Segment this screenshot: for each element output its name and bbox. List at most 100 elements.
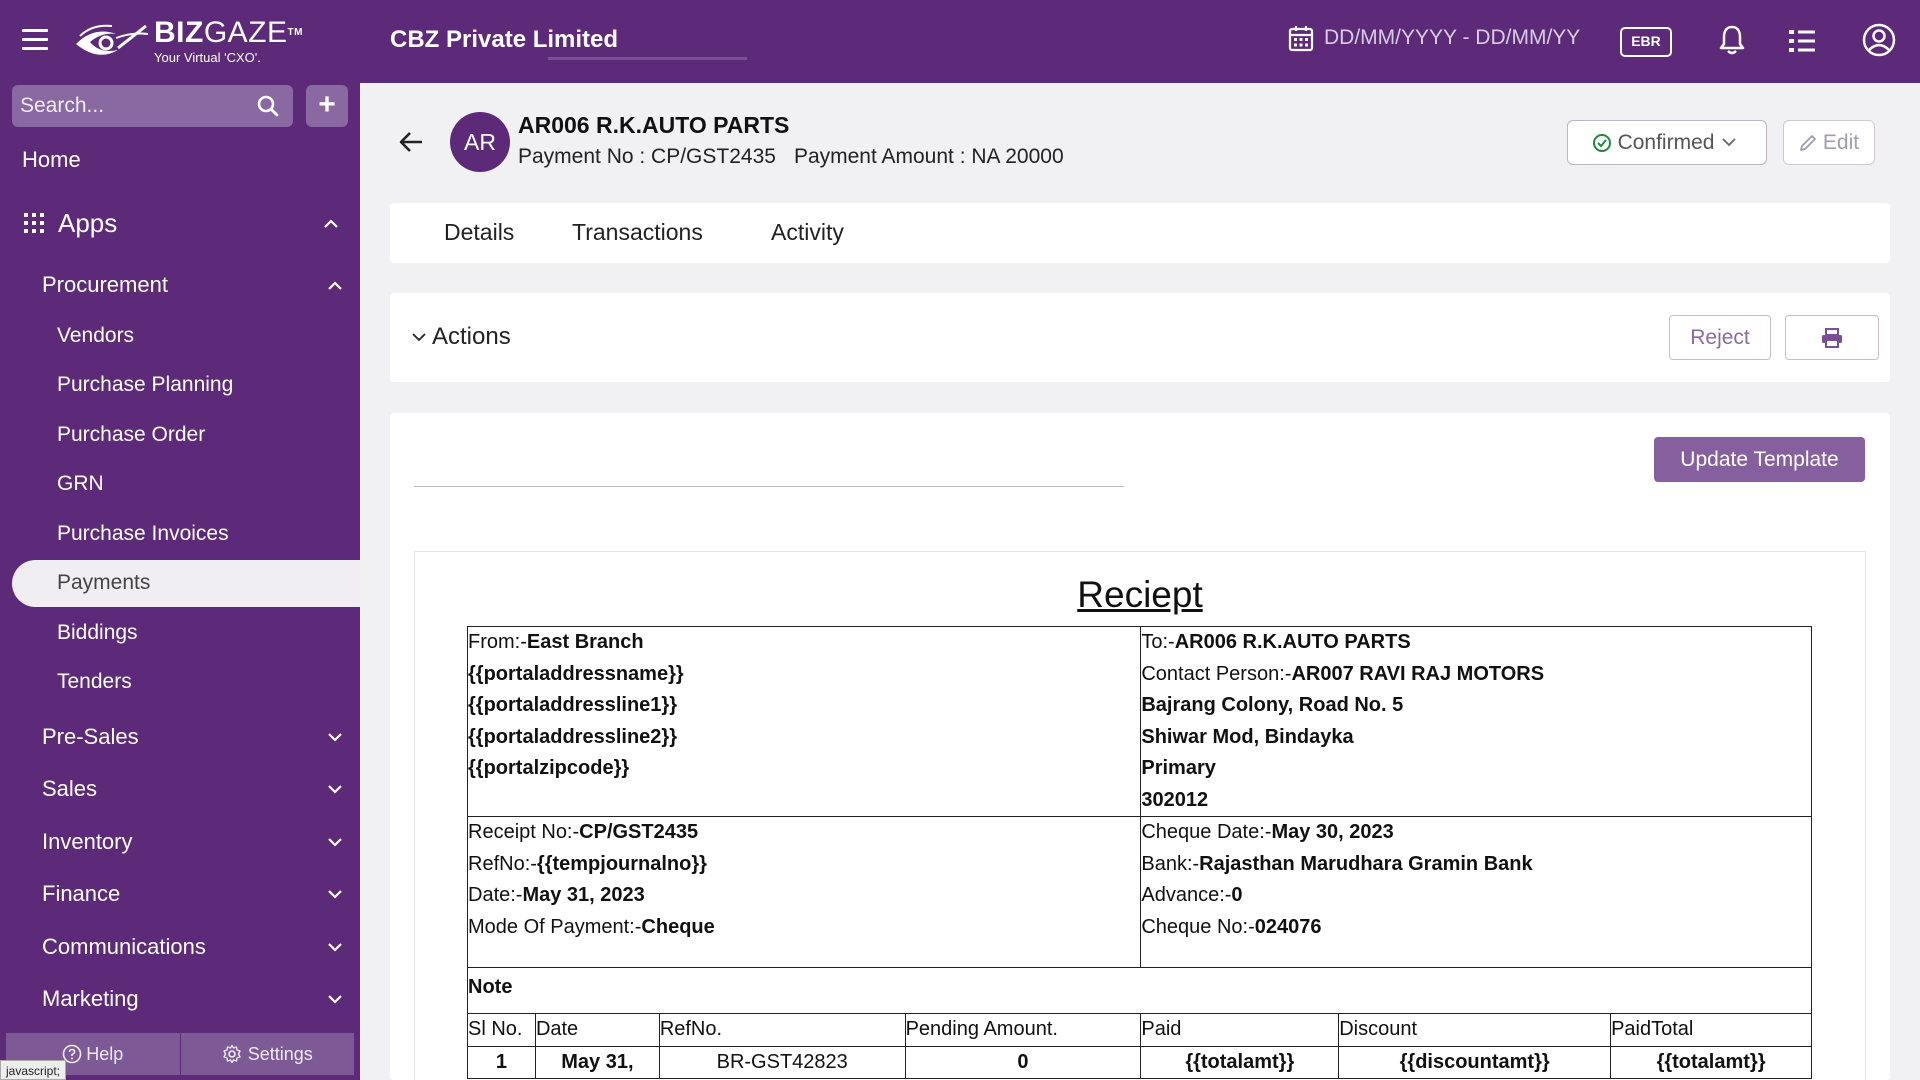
sidebar-item-procurement[interactable]: Procurement — [42, 268, 342, 302]
from-address-line2: {{portaladdressline2}} — [468, 725, 677, 748]
advance: Advance:-0 — [1141, 884, 1243, 906]
to-line: To:-AR006 R.K.AUTO PARTS — [1141, 631, 1411, 653]
receipt-info-cell: Receipt No:-CP/GST2435 RefNo:-{{tempjour… — [466, 816, 1142, 968]
status-dropdown[interactable]: Confirmed — [1567, 120, 1767, 165]
sidebar-item-purchase-order[interactable]: Purchase Order — [57, 423, 205, 447]
receipt-document: Reciept From:-East Branch {{portaladdres… — [414, 551, 1866, 1080]
actions-label: Actions — [432, 323, 511, 350]
sidebar-item-vendors[interactable]: Vendors — [57, 324, 134, 348]
search-input[interactable] — [20, 85, 250, 127]
from-zipcode: {{portalzipcode}} — [468, 757, 630, 779]
cell-paid-total: {{totalamt}} — [1610, 1045, 1812, 1079]
sidebar-item-communications[interactable]: Communications — [42, 930, 342, 964]
cell-sl-no: 1 — [467, 1045, 536, 1079]
logo-wordmark: BIZGAZETM — [154, 16, 303, 49]
chevron-down-icon — [412, 332, 426, 341]
date-range-text: DD/MM/YYYY - DD/MM/YY — [1324, 26, 1581, 49]
from-cell: From:-East Branch {{portaladdressname}} … — [466, 626, 1142, 817]
sidebar-item-tenders[interactable]: Tenders — [57, 670, 132, 694]
logo[interactable]: BIZGAZETM Your Virtual 'CXO'. — [72, 16, 303, 68]
sidebar-item-home[interactable]: Home — [22, 147, 81, 173]
pencil-icon — [1800, 134, 1816, 151]
sidebar-item-label: Pre-Sales — [42, 724, 139, 749]
cheque-no: Cheque No:-024076 — [1141, 915, 1322, 938]
print-button[interactable] — [1785, 315, 1879, 360]
payment-details-row: Receipt No:-CP/GST2435 RefNo:-{{tempjour… — [466, 816, 1812, 968]
search-icon[interactable] — [257, 95, 279, 117]
sidebar-item-payments[interactable]: Payments — [12, 560, 360, 607]
sidebar-item-label: Apps — [58, 207, 118, 238]
tab-activity[interactable]: Activity — [771, 219, 844, 246]
search-box — [12, 85, 293, 127]
ebr-button[interactable]: EBR — [1620, 27, 1672, 57]
avatar: AR — [450, 112, 510, 172]
chevron-down-icon — [328, 837, 342, 847]
sidebar-item-label: Inventory — [42, 829, 133, 854]
edit-button[interactable]: Edit — [1783, 120, 1875, 165]
cell-pending-amount: 0 — [904, 1045, 1142, 1079]
sidebar-item-biddings[interactable]: Biddings — [57, 621, 138, 645]
sidebar-item-finance[interactable]: Finance — [42, 877, 342, 911]
to-address-line3: Primary — [1141, 757, 1216, 779]
vendor-title: AR006 R.K.AUTO PARTS — [518, 112, 790, 138]
help-label: Help — [86, 1043, 124, 1064]
sidebar-item-marketing[interactable]: Marketing — [42, 982, 342, 1016]
to-address-line1: Bajrang Colony, Road No. 5 — [1141, 694, 1404, 716]
settings-button[interactable]: Settings — [181, 1033, 355, 1075]
date-range-picker[interactable]: DD/MM/YYYY - DD/MM/YY — [1288, 24, 1580, 52]
sidebar-item-grn[interactable]: GRN — [57, 472, 104, 496]
tab-details[interactable]: Details — [444, 219, 514, 246]
divider — [414, 486, 1124, 487]
company-name[interactable]: CBZ Private Limited — [390, 26, 618, 54]
printer-icon — [1822, 327, 1842, 348]
contact-person: Contact Person:-AR007 RAVI RAJ MOTORS — [1141, 662, 1545, 685]
chevron-down-icon — [328, 889, 342, 899]
note-row: Note — [467, 967, 1812, 1014]
chevron-up-icon — [328, 280, 342, 290]
sidebar-item-pre-sales[interactable]: Pre-Sales — [42, 720, 342, 754]
actions-toggle[interactable]: Actions — [412, 323, 511, 351]
address-row: From:-East Branch {{portaladdressname}} … — [466, 626, 1812, 817]
sidebar-item-label: Marketing — [42, 986, 139, 1011]
items-header-row: Sl No. Date RefNo. Pending Amount. Paid … — [467, 1013, 1812, 1047]
user-profile-icon[interactable] — [1862, 23, 1896, 57]
chevron-up-icon — [324, 218, 338, 228]
column-header: Pending Amount. — [904, 1013, 1142, 1047]
back-arrow-icon[interactable] — [398, 128, 426, 156]
cell-ref-no: BR-GST42823 — [658, 1045, 906, 1079]
update-template-button[interactable]: Update Template — [1654, 437, 1865, 482]
cell-date: May 31, — [534, 1045, 660, 1079]
status-tooltip: javascript; — [0, 1060, 67, 1080]
settings-label: Settings — [247, 1043, 313, 1064]
note-cell: Note — [467, 967, 1812, 1014]
receipt-table: From:-East Branch {{portaladdressname}} … — [466, 626, 1812, 1079]
sidebar: + Home Apps Procurement Vendors Purchase… — [0, 83, 360, 1080]
chevron-down-icon — [328, 732, 342, 742]
bell-icon[interactable] — [1718, 24, 1746, 56]
sidebar-item-label: Finance — [42, 881, 121, 906]
column-header: Paid — [1140, 1013, 1340, 1047]
actions-panel: Actions Reject — [390, 293, 1890, 382]
menu-icon[interactable] — [22, 29, 48, 51]
chevron-down-icon — [328, 784, 342, 794]
sidebar-item-purchase-invoices[interactable]: Purchase Invoices — [57, 522, 229, 546]
edit-label: Edit — [1822, 130, 1860, 154]
cheque-info-cell: Cheque Date:-May 30, 2023 Bank:-Rajastha… — [1140, 816, 1812, 968]
top-bar: BIZGAZETM Your Virtual 'CXO'. CBZ Privat… — [0, 0, 1920, 83]
list-icon[interactable] — [1788, 28, 1816, 54]
reject-button[interactable]: Reject — [1669, 315, 1771, 360]
payment-mode: Mode Of Payment:-Cheque — [468, 915, 715, 938]
add-button[interactable]: + — [306, 85, 348, 127]
sidebar-item-sales[interactable]: Sales — [42, 772, 342, 806]
sidebar-item-apps[interactable]: Apps — [24, 205, 344, 241]
tab-transactions[interactable]: Transactions — [572, 219, 703, 246]
column-header: Date — [534, 1013, 660, 1047]
cheque-date: Cheque Date:-May 30, 2023 — [1141, 821, 1394, 843]
from-address-name: {{portaladdressname}} — [468, 662, 684, 685]
from-line: From:-East Branch — [468, 631, 644, 653]
from-address-line1: {{portaladdressline1}} — [468, 694, 677, 716]
sidebar-item-purchase-planning[interactable]: Purchase Planning — [57, 373, 233, 397]
column-header: Discount — [1338, 1013, 1612, 1047]
receipt-date: Date:-May 31, 2023 — [468, 884, 645, 906]
sidebar-item-inventory[interactable]: Inventory — [42, 825, 342, 859]
